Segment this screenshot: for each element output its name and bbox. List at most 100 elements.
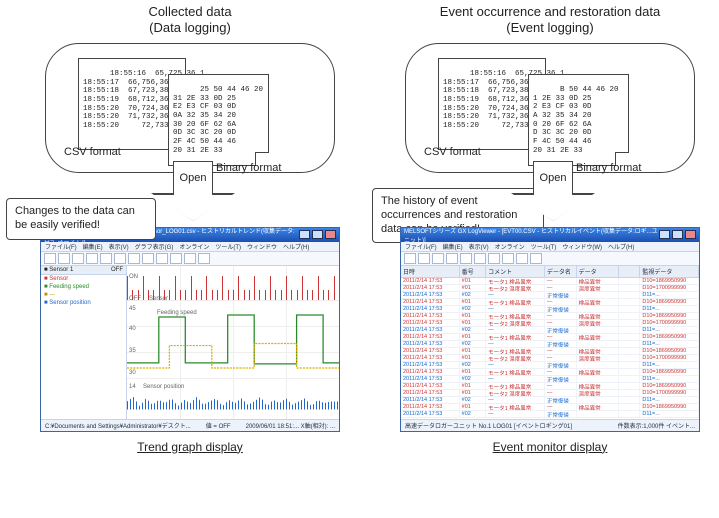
table-cell: 2011/2/14 17:53 <box>401 313 460 319</box>
table-cell <box>577 362 620 368</box>
trace-feeding-speed <box>127 314 339 363</box>
table-row[interactable]: 2011/2/14 17:53#02—正常復帰D11=... <box>401 362 699 369</box>
menu-item[interactable]: ファイル(F) <box>405 242 437 251</box>
table-row[interactable]: 2011/2/14 17:53#01モータ2 温度異常—温度異常D10=1700… <box>401 285 699 292</box>
menu-item[interactable]: ツール(T) <box>531 242 557 251</box>
toolbar-button[interactable] <box>86 253 98 264</box>
table-cell: 検品異常 <box>577 313 620 319</box>
toolbar-button[interactable] <box>474 253 486 264</box>
toolbar-button[interactable] <box>488 253 500 264</box>
toolbar-button[interactable] <box>170 253 182 264</box>
table-cell: モータ1 検品異常 <box>486 369 545 375</box>
table-row[interactable]: 2011/2/14 17:53#02—正常復帰D11=... <box>401 306 699 313</box>
menu-item[interactable]: 表示(V) <box>109 242 129 251</box>
table-cell: 2011/2/14 17:53 <box>401 292 460 298</box>
legend-row[interactable]: ■ Sensor position <box>41 299 126 307</box>
menu-item[interactable]: ヘルプ(H) <box>283 242 309 251</box>
close-button[interactable] <box>685 230 696 239</box>
toolbar-button[interactable] <box>100 253 112 264</box>
menu-item[interactable]: ツール(T) <box>215 242 241 251</box>
menu-item[interactable]: ウィンドウ <box>247 242 277 251</box>
toolbar-button[interactable] <box>114 253 126 264</box>
toolbar-button[interactable] <box>418 253 430 264</box>
table-row[interactable]: 2011/2/14 17:53#01モータ1 検品異常—検品異常D10=1869… <box>401 313 699 320</box>
toolbar-button[interactable] <box>142 253 154 264</box>
menu-item[interactable]: 表示(V) <box>469 242 489 251</box>
table-cell <box>619 334 640 340</box>
table-cell <box>619 355 640 361</box>
menu-item[interactable]: オンライン <box>179 242 209 251</box>
toolbar-button[interactable] <box>44 253 56 264</box>
table-row[interactable]: 2011/2/14 17:53#01モータ1 検品異常—検品異常D10=1869… <box>401 383 699 390</box>
toolbar-button[interactable] <box>156 253 168 264</box>
col-header[interactable]: 日時 <box>401 266 460 277</box>
toolbar-button[interactable] <box>446 253 458 264</box>
menu-item[interactable]: ヘルプ(H) <box>608 242 634 251</box>
trend-plot[interactable]: ON OFF Sensor 45 Feeding speed 40 35 30 … <box>127 266 339 419</box>
legend-row[interactable]: ■ Sensor <box>41 275 126 283</box>
menu-item[interactable]: 編集(E) <box>83 242 103 251</box>
table-row[interactable]: 2011/2/14 17:53#01モータ1 検品異常—検品異常D10=1869… <box>401 299 699 306</box>
menu-item[interactable]: ファイル(F) <box>45 242 77 251</box>
col-header[interactable]: コメント <box>486 266 545 277</box>
title-text: Collected data <box>148 4 231 19</box>
col-header[interactable]: データ名 <box>545 266 577 277</box>
table-cell: 正常復帰 <box>545 327 577 333</box>
toolbar-button[interactable] <box>58 253 70 264</box>
table-cell: D10=1869950990 <box>640 313 699 319</box>
table-cell: D11=... <box>640 292 699 298</box>
legend-row[interactable]: ■ --- <box>41 291 126 299</box>
minimize-button[interactable] <box>659 230 670 239</box>
table-row[interactable]: 2011/2/14 17:53#02—正常復帰D11=... <box>401 292 699 299</box>
table-row[interactable]: 2011/2/14 17:53#02—正常復帰D11=... <box>401 397 699 404</box>
toolbar-button[interactable] <box>404 253 416 264</box>
table-cell: — <box>545 278 577 284</box>
maximize-button[interactable] <box>672 230 683 239</box>
col-header[interactable] <box>619 266 640 277</box>
toolbar-button[interactable] <box>502 253 514 264</box>
table-row[interactable]: 2011/2/14 17:53#01モータ1 検品異常—検品異常D10=1869… <box>401 369 699 376</box>
toolbar-button[interactable] <box>432 253 444 264</box>
table-cell <box>619 320 640 326</box>
toolbar-button[interactable] <box>184 253 196 264</box>
toolbar-button[interactable] <box>530 253 542 264</box>
table-cell <box>619 397 640 403</box>
table-body[interactable]: 2011/2/14 17:53#01モータ1 検品異常—検品異常D10=1869… <box>401 278 699 419</box>
table-cell <box>619 306 640 312</box>
toolbar-button[interactable] <box>460 253 472 264</box>
table-row[interactable]: 2011/2/14 17:53#01モータ1 検品異常—検品異常D10=1869… <box>401 404 699 411</box>
table-row[interactable]: 2011/2/14 17:53#01モータ1 検品異常—検品異常D10=1869… <box>401 348 699 355</box>
table-cell: モータ1 検品異常 <box>486 383 545 389</box>
table-row[interactable]: 2011/2/14 17:53#02—正常復帰D11=... <box>401 411 699 418</box>
maximize-button[interactable] <box>312 230 323 239</box>
toolbar-button[interactable] <box>198 253 210 264</box>
table-row[interactable]: 2011/2/14 17:53#02—正常復帰D11=... <box>401 327 699 334</box>
table-cell: — <box>545 355 577 361</box>
menu-item[interactable]: ウィンドウ(W) <box>562 242 602 251</box>
col-header[interactable]: 監視データ <box>640 266 699 277</box>
table-row[interactable]: 2011/2/14 17:53#01モータ2 温度異常—温度異常D10=1700… <box>401 355 699 362</box>
table-cell: 2011/2/14 17:53 <box>401 299 460 305</box>
menu-item[interactable]: オンライン <box>495 242 525 251</box>
table-row[interactable]: 2011/2/14 17:53#02—正常復帰D11=... <box>401 341 699 348</box>
table-row[interactable]: 2011/2/14 17:53#01モータ2 温度異常—温度異常D10=1700… <box>401 320 699 327</box>
toolbar-button[interactable] <box>128 253 140 264</box>
window-titlebar[interactable]: MELSOFTシリーズ GX LogViewer - [EVT00.CSV - … <box>401 228 699 242</box>
table-cell: 2011/2/14 17:53 <box>401 334 460 340</box>
toolbar-button[interactable] <box>72 253 84 264</box>
menu-item[interactable]: 編集(E) <box>443 242 463 251</box>
table-row[interactable]: 2011/2/14 17:53#02—正常復帰D11=... <box>401 376 699 383</box>
table-row[interactable]: 2011/2/14 17:53#01モータ1 検品異常—検品異常D10=1869… <box>401 278 699 285</box>
table-row[interactable]: 2011/2/14 17:53#01モータ1 検品異常—検品異常D10=1869… <box>401 334 699 341</box>
toolbar-button[interactable] <box>516 253 528 264</box>
status-bar: C:¥Documents and Settings¥Administrator¥… <box>41 419 339 431</box>
minimize-button[interactable] <box>299 230 310 239</box>
menu-item[interactable]: グラフ表示(G) <box>135 242 174 251</box>
table-row[interactable]: 2011/2/14 17:53#01モータ2 温度異常—温度異常D10=1700… <box>401 390 699 397</box>
close-button[interactable] <box>325 230 336 239</box>
y40: 40 <box>129 326 136 332</box>
legend-row[interactable]: ■ Feeding speed <box>41 283 126 291</box>
col-header[interactable]: データ <box>577 266 620 277</box>
col-header[interactable]: 番号 <box>460 266 486 277</box>
table-cell <box>619 285 640 291</box>
